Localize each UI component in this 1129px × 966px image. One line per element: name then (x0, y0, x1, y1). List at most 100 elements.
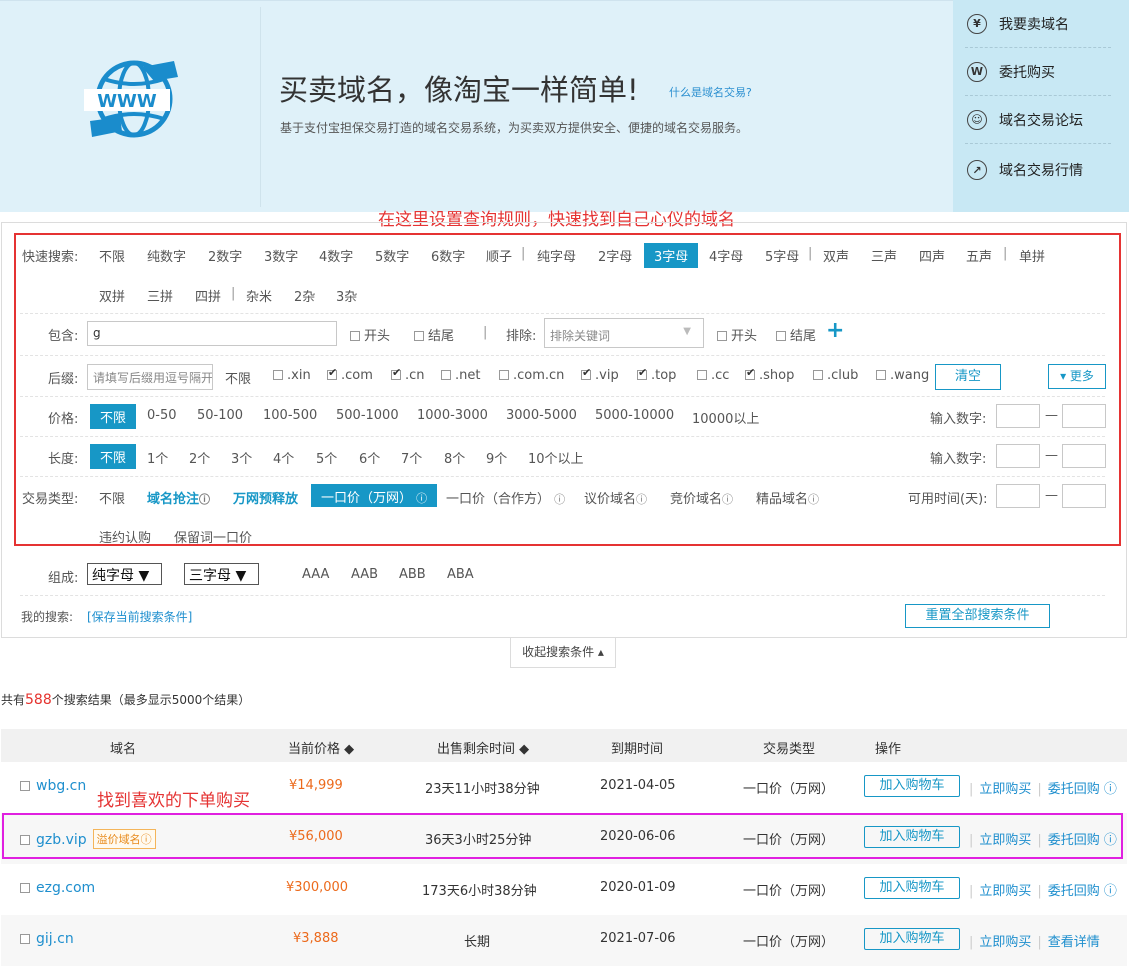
domain-link[interactable]: wbg.cn (36, 778, 86, 794)
exclude-select[interactable]: 排除关键词 ▼ (544, 318, 704, 348)
buy-now-link[interactable]: 立即购买 (979, 782, 1031, 797)
contains-input[interactable]: g (87, 321, 337, 346)
quick-option[interactable]: 五声 (966, 246, 992, 265)
checkbox[interactable] (813, 370, 823, 380)
length-option[interactable]: 2个 (189, 448, 210, 467)
suffix-input[interactable]: 请填写后缀用逗号隔开 (87, 364, 213, 390)
trade-violation[interactable]: 违约认购 (99, 527, 151, 546)
plus-icon[interactable]: + (826, 318, 844, 343)
contains-start-checkbox[interactable]: 开头 (350, 325, 390, 344)
quick-option[interactable]: 纯数字 (147, 246, 186, 265)
price-max-input[interactable] (1062, 404, 1106, 428)
length-option[interactable]: 10个以上 (528, 448, 584, 467)
quick-option[interactable]: 单拼 (1019, 246, 1045, 265)
pattern-aab[interactable]: AAB (351, 567, 378, 582)
buy-now-link[interactable]: 立即购买 (979, 935, 1031, 950)
trade-fixed-wanwang[interactable]: 一口价（万网） ⓘ (311, 484, 438, 507)
help-icon[interactable]: ⓘ (199, 493, 210, 506)
side-item-entrust-buy[interactable]: W 委托购买 (965, 48, 1111, 96)
quick-option[interactable]: 4数字 (319, 246, 353, 265)
quick-option[interactable]: 2杂 (294, 286, 315, 305)
row-extra-link[interactable]: 查看详情 (1048, 935, 1100, 950)
suffix-option[interactable]: .top (637, 366, 676, 383)
exclude-start-checkbox[interactable]: 开头 (717, 325, 757, 344)
more-suffix-button[interactable]: ▾ 更多 (1048, 364, 1106, 389)
quick-option[interactable]: 纯字母 (537, 246, 576, 265)
quick-option[interactable]: 3杂 (336, 286, 357, 305)
length-option[interactable]: 不限 (90, 444, 137, 469)
suffix-option[interactable]: .net (441, 368, 480, 383)
days-min-input[interactable] (996, 484, 1040, 508)
checkbox[interactable] (876, 370, 886, 380)
side-item-forum[interactable]: ☺ 域名交易论坛 (965, 96, 1111, 144)
quick-option[interactable]: 2字母 (598, 246, 632, 265)
row-extra-link[interactable]: 委托回购 ⓘ (1048, 884, 1117, 899)
checkbox[interactable] (414, 331, 424, 341)
checkbox[interactable] (697, 370, 707, 380)
row-checkbox[interactable] (20, 781, 30, 791)
side-item-market[interactable]: ↗ 域名交易行情 (965, 146, 1111, 194)
quick-option[interactable]: 3数字 (264, 246, 298, 265)
pattern-abb[interactable]: ABB (399, 567, 426, 582)
checkbox[interactable] (499, 370, 509, 380)
quick-option[interactable]: 三拼 (147, 286, 173, 305)
trade-prerelease[interactable]: 万网预释放 (233, 488, 298, 507)
trade-auction[interactable]: 竞价域名ⓘ (670, 488, 733, 507)
suffix-any[interactable]: 不限 (225, 368, 251, 387)
row-checkbox[interactable] (20, 934, 30, 944)
checkbox[interactable] (441, 370, 451, 380)
price-option[interactable]: 1000-3000 (417, 408, 488, 423)
help-icon[interactable]: ⓘ (722, 493, 733, 506)
quick-option[interactable]: 6数字 (431, 246, 465, 265)
suffix-option[interactable]: .com (327, 366, 373, 383)
buy-now-link[interactable]: 立即购买 (979, 884, 1031, 899)
length-option[interactable]: 9个 (486, 448, 507, 467)
add-to-cart-button[interactable]: 加入购物车 (864, 928, 960, 950)
days-max-input[interactable] (1062, 484, 1106, 508)
suffix-option[interactable]: .com.cn (499, 368, 564, 383)
suffix-option[interactable]: .club (813, 368, 858, 383)
help-icon[interactable]: ⓘ (636, 493, 647, 506)
add-to-cart-button[interactable]: 加入购物车 (864, 877, 960, 899)
quick-option[interactable]: 2数字 (208, 246, 242, 265)
domain-link[interactable]: ezg.com (36, 880, 95, 896)
trade-reserved[interactable]: 保留词一口价 (174, 527, 252, 546)
checkbox[interactable] (745, 366, 755, 380)
trade-premium[interactable]: 精品域名ⓘ (756, 488, 819, 507)
quick-option[interactable]: 四拼 (195, 286, 221, 305)
length-max-input[interactable] (1062, 444, 1106, 468)
trade-any[interactable]: 不限 (99, 488, 125, 507)
length-option[interactable]: 3个 (231, 448, 252, 467)
col-remaining-sort[interactable]: 出售剩余时间 ◆ (437, 738, 529, 757)
checkbox[interactable] (776, 331, 786, 341)
clear-suffix-button[interactable]: 清空 (935, 364, 1001, 390)
quick-option[interactable]: 不限 (99, 246, 125, 265)
price-option[interactable]: 0-50 (147, 408, 177, 423)
checkbox[interactable] (350, 331, 360, 341)
price-option[interactable]: 不限 (90, 404, 137, 429)
length-option[interactable]: 5个 (316, 448, 337, 467)
what-is-domain-trade-link[interactable]: 什么是域名交易? (669, 84, 752, 100)
help-icon[interactable]: ⓘ (416, 492, 427, 505)
price-option[interactable]: 3000-5000 (506, 408, 577, 423)
suffix-option[interactable]: .cc (697, 368, 729, 383)
price-min-input[interactable] (996, 404, 1040, 428)
row-checkbox[interactable] (20, 883, 30, 893)
quick-option[interactable]: 杂米 (246, 286, 272, 305)
compose-length-select[interactable]: 三字母 ▼ (184, 563, 259, 585)
checkbox[interactable] (391, 366, 401, 380)
quick-option[interactable]: 双声 (823, 246, 849, 265)
quick-option[interactable]: 双拼 (99, 286, 125, 305)
quick-option[interactable]: 三声 (871, 246, 897, 265)
length-option[interactable]: 8个 (444, 448, 465, 467)
length-option[interactable]: 1个 (147, 448, 168, 467)
checkbox[interactable] (273, 370, 283, 380)
length-option[interactable]: 7个 (401, 448, 422, 467)
col-price-sort[interactable]: 当前价格 ◆ (288, 738, 354, 757)
length-option[interactable]: 6个 (359, 448, 380, 467)
add-to-cart-button[interactable]: 加入购物车 (864, 775, 960, 797)
price-option[interactable]: 100-500 (263, 408, 317, 423)
help-icon[interactable]: ⓘ (808, 493, 819, 506)
price-option[interactable]: 50-100 (197, 408, 243, 423)
suffix-option[interactable]: .xin (273, 368, 311, 383)
